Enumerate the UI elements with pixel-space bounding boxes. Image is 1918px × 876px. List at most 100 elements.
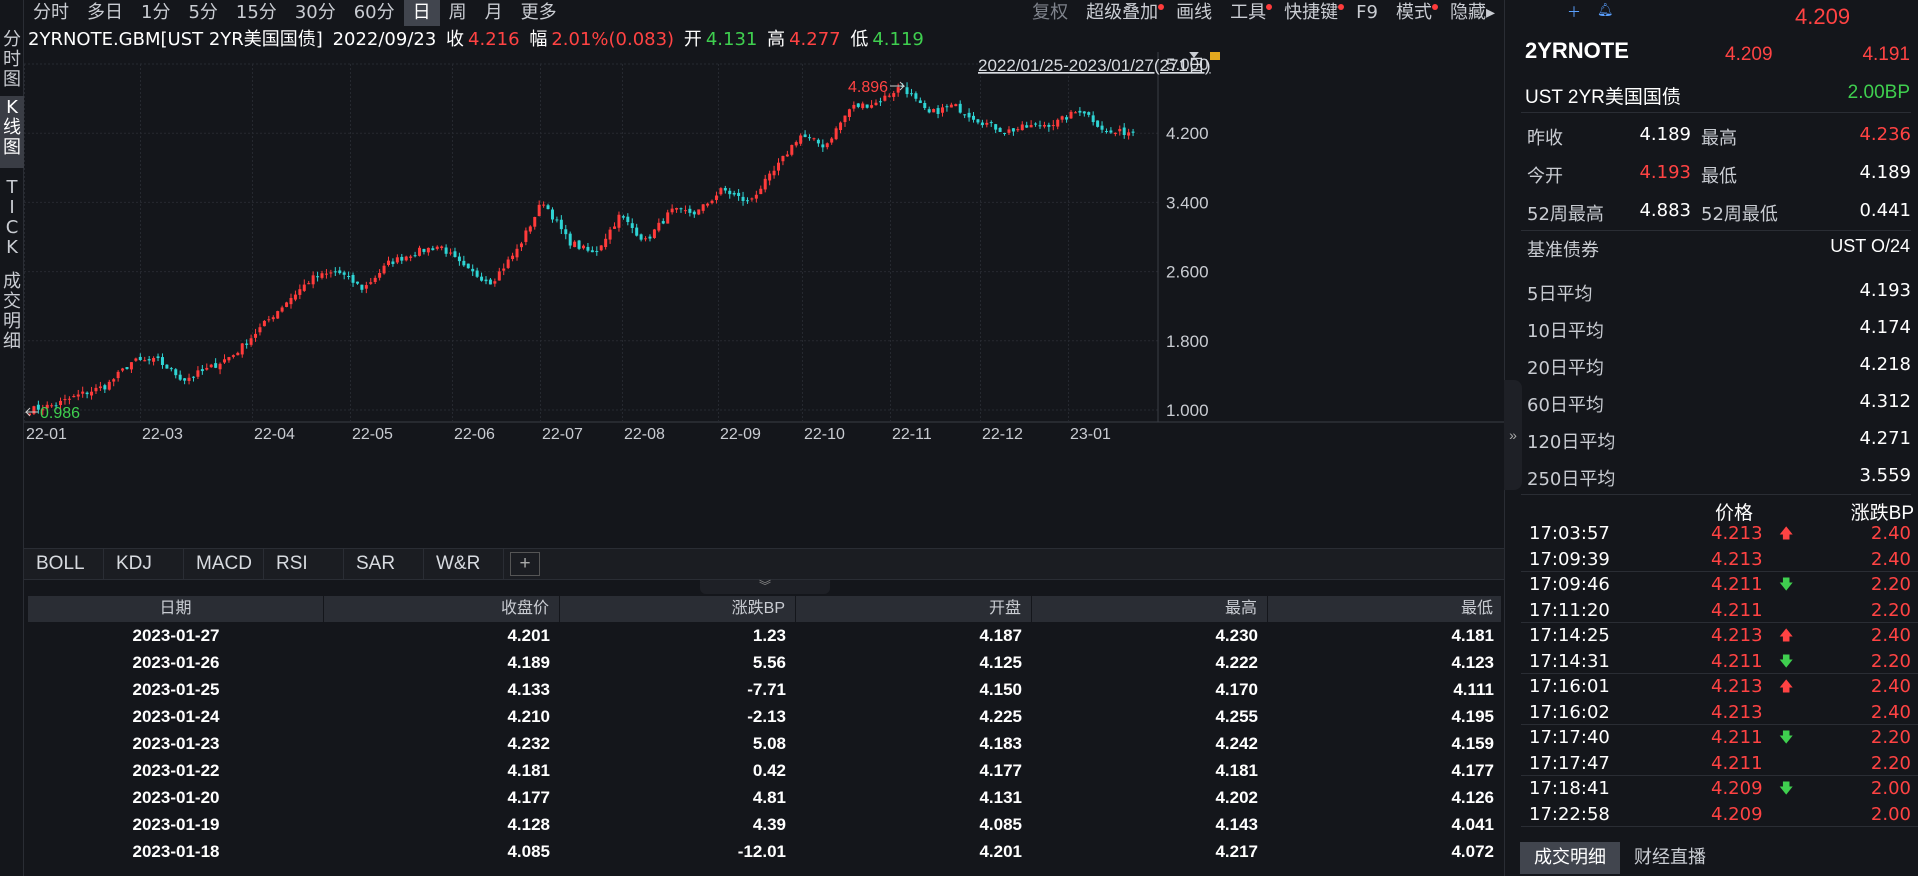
bell-icon[interactable]: 🔔︎ [1597, 2, 1614, 18]
tick-change: 2.40 [1870, 625, 1911, 646]
panel-splitter[interactable]: » [1504, 380, 1522, 490]
period-button-10[interactable]: 更多 [512, 0, 566, 26]
candle-down [994, 124, 998, 130]
period-button-1[interactable]: 多日 [78, 0, 132, 26]
candle-up [506, 259, 510, 268]
column-header-1[interactable]: 收盘价 [324, 596, 560, 622]
candle-down [484, 279, 488, 282]
bottom-tab-0[interactable]: 成交明细 [1520, 842, 1620, 874]
tick-change: 2.40 [1870, 676, 1911, 697]
period-button-2[interactable]: 1分 [132, 0, 179, 26]
indicator-tab-1[interactable]: KDJ [104, 549, 184, 579]
tick-time: 17:14:31 [1529, 650, 1610, 672]
table-cell: 4.189 [507, 653, 550, 672]
candle-up [72, 395, 76, 398]
symbol-label: 2YRNOTE.GBM[UST 2YR美国国债] [28, 29, 323, 50]
table-cell: 2023-01-27 [132, 626, 220, 645]
candle-down [1091, 115, 1095, 123]
bottom-tab-1[interactable]: 财经直播 [1620, 842, 1720, 874]
table-row[interactable]: 2023-01-23 4.232 5.08 4.183 4.242 4.159 [28, 730, 1502, 757]
collapse-handle[interactable]: ︾ [700, 580, 830, 594]
tool-button-4[interactable]: 快捷键 [1275, 0, 1347, 26]
column-header-3[interactable]: 开盘 [796, 596, 1032, 622]
tick-time: 17:11:20 [1529, 599, 1610, 621]
candle-down [586, 246, 590, 251]
period-button-7[interactable]: 日 [403, 0, 440, 26]
low-label: 低 [850, 29, 869, 50]
side-tab-0[interactable]: 分时图 [0, 28, 24, 96]
table-cell: 4.133 [507, 680, 550, 699]
candle-up [697, 209, 701, 215]
daily-data-table: 日期 收盘价 涨跌BP 开盘 最高 最低 2023-01-27 4.201 1.23 4.187… [28, 596, 1502, 876]
ticks-change-header: 涨跌BP [1850, 503, 1914, 524]
kline-chart[interactable]: 5.000 4.200 3.400 2.600 1.800 1.000 22-01 22-03… [24, 52, 1504, 544]
candle-up [1016, 129, 1020, 131]
kline-chart-svg[interactable]: 5.0004.2003.4002.6001.8001.00022-01 22-03… [24, 52, 1504, 544]
indicator-tab-5[interactable]: W&R [424, 549, 504, 579]
high-value: 4.277 [789, 29, 841, 50]
tick-row: 17:03:57 4.213 🡅 2.40 [1521, 522, 1918, 546]
table-cell: 4.232 [507, 734, 550, 753]
plus-icon[interactable]: ＋ [1567, 2, 1581, 22]
table-row[interactable]: 2023-01-19 4.128 4.39 4.085 4.143 4.041 [28, 811, 1502, 838]
divider [1521, 112, 1911, 113]
candle-up [940, 107, 944, 113]
candle-up [218, 363, 222, 370]
tool-button-5[interactable]: F9 [1347, 0, 1387, 26]
side-tab-2[interactable]: TICK [0, 176, 24, 262]
table-row[interactable]: 2023-01-26 4.189 5.56 4.125 4.222 4.123 [28, 649, 1502, 676]
indicator-tabs: BOLL KDJ MACD RSI SAR W&R + [24, 548, 1504, 580]
tool-button-3[interactable]: 工具 [1221, 0, 1275, 26]
candle-up [604, 238, 608, 248]
period-button-8[interactable]: 周 [440, 0, 476, 26]
average-label: 20日平均 [1527, 358, 1604, 379]
table-row[interactable]: 2023-01-27 4.201 1.23 4.187 4.230 4.181 [28, 622, 1502, 649]
period-button-5[interactable]: 30分 [286, 0, 345, 26]
low-value: 4.119 [872, 29, 924, 50]
candle-down [480, 276, 484, 281]
candle-up [271, 317, 275, 320]
tool-button-6[interactable]: 模式 [1387, 0, 1441, 26]
tick-price: 4.213 [1711, 701, 1763, 723]
table-cell: 4.217 [1215, 842, 1258, 861]
period-button-3[interactable]: 5分 [179, 0, 226, 26]
tick-row: 17:11:20 4.211 2.20 [1521, 599, 1918, 623]
add-indicator-icon[interactable]: + [510, 552, 540, 576]
tick-change: 2.40 [1870, 701, 1911, 723]
indicator-tab-4[interactable]: SAR [344, 549, 424, 579]
tool-button-1[interactable]: 超级叠加 [1077, 0, 1167, 26]
candle-down [125, 367, 129, 370]
table-cell: 2023-01-20 [132, 788, 220, 807]
candle-down [998, 127, 1002, 132]
side-tab-3[interactable]: 成交明细 [0, 270, 24, 360]
table-row[interactable]: 2023-01-24 4.210 -2.13 4.225 4.255 4.195 [28, 703, 1502, 730]
column-header-5[interactable]: 最低 [1268, 596, 1502, 622]
x-tick-label: 22-08 [624, 426, 665, 443]
tool-button-2[interactable]: 画线 [1167, 0, 1221, 26]
x-tick-label: 22-01 [26, 426, 67, 443]
candle-up [298, 289, 302, 295]
table-row[interactable]: 2023-01-25 4.133 -7.71 4.150 4.170 4.111 [28, 676, 1502, 703]
column-header-0[interactable]: 日期 [28, 596, 324, 622]
period-button-9[interactable]: 月 [476, 0, 512, 26]
period-button-4[interactable]: 15分 [227, 0, 286, 26]
column-header-2[interactable]: 涨跌BP [560, 596, 796, 622]
column-header-4[interactable]: 最高 [1032, 596, 1268, 622]
stat-label: 昨收 [1527, 128, 1563, 149]
period-button-6[interactable]: 60分 [345, 0, 404, 26]
date-range-label[interactable]: 2022/01/25-2023/01/27(271日) [978, 56, 1211, 75]
table-cell: 4.126 [1451, 788, 1494, 807]
indicator-tab-3[interactable]: RSI [264, 549, 344, 579]
indicator-tab-2[interactable]: MACD [184, 549, 264, 579]
period-button-0[interactable]: 分时 [24, 0, 78, 26]
average-label: 5日平均 [1527, 284, 1593, 305]
candle-up [435, 246, 439, 249]
table-row[interactable]: 2023-01-22 4.181 0.42 4.177 4.181 4.177 [28, 757, 1502, 784]
side-tab-1[interactable]: K线图 [0, 96, 24, 168]
indicator-tab-0[interactable]: BOLL [24, 549, 104, 579]
table-row[interactable]: 2023-01-20 4.177 4.81 4.131 4.202 4.126 [28, 784, 1502, 811]
table-cell: 4.201 [507, 626, 550, 645]
table-row[interactable]: 2023-01-18 4.085 -12.01 4.201 4.217 4.072 [28, 838, 1502, 865]
tool-button-7[interactable]: 隐藏▸ [1441, 0, 1504, 26]
tool-button-0[interactable]: 复权 [1023, 0, 1077, 26]
